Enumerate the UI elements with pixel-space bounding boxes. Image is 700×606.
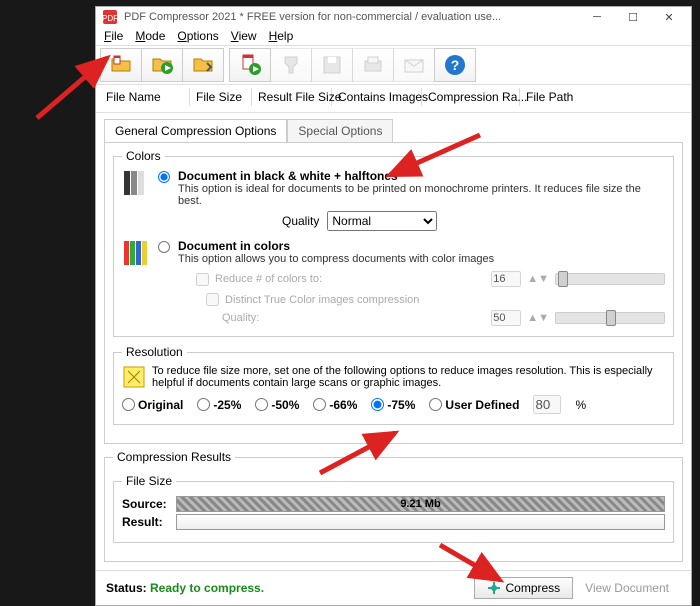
toolbar: ? bbox=[96, 45, 691, 85]
source-value: 9.21 Mb bbox=[400, 498, 440, 510]
app-icon: PDF bbox=[102, 9, 118, 25]
titlebar: PDF PDF Compressor 2021 * FREE version f… bbox=[96, 7, 691, 27]
res-75[interactable] bbox=[371, 398, 384, 411]
maximize-button[interactable]: ☐ bbox=[615, 7, 651, 27]
resolution-legend: Resolution bbox=[122, 345, 187, 359]
bw-quality-select[interactable]: Normal bbox=[327, 211, 437, 231]
reduce-colors-row: Reduce # of colors to: ▲▼ bbox=[196, 271, 665, 287]
options-panel: General Compression Options Special Opti… bbox=[96, 113, 691, 450]
col-filesize[interactable]: File Size bbox=[190, 88, 252, 106]
resolution-radios: Original -25% -50% -66% -75% User Define… bbox=[122, 395, 665, 414]
reduce-value bbox=[491, 271, 521, 287]
menubar: File Mode Options View Help bbox=[96, 27, 691, 45]
status-label: Status: bbox=[106, 581, 147, 595]
col-filename[interactable]: File Name bbox=[100, 88, 190, 106]
menu-file[interactable]: File bbox=[104, 29, 123, 43]
close-button[interactable]: ✕ bbox=[651, 7, 687, 27]
results-group: Compression Results File Size Source: 9.… bbox=[104, 450, 683, 562]
menu-view[interactable]: View bbox=[231, 29, 257, 43]
file-list-header: File Name File Size Result File Size Con… bbox=[96, 85, 691, 113]
radio-bw[interactable] bbox=[158, 171, 170, 183]
distinct-row: Distinct True Color images compression bbox=[206, 293, 665, 306]
window-title: PDF Compressor 2021 * FREE version for n… bbox=[124, 11, 579, 23]
spinner-icon-2: ▲▼ bbox=[527, 312, 549, 324]
tab-general[interactable]: General Compression Options bbox=[104, 119, 287, 142]
reduce-colors-check bbox=[196, 273, 209, 286]
option-bw[interactable]: Document in black & white + halftones Th… bbox=[122, 169, 665, 207]
view-document-button[interactable]: View Document bbox=[573, 578, 681, 598]
filesize-group: File Size Source: 9.21 Mb Result: bbox=[113, 474, 674, 543]
tabs: General Compression Options Special Opti… bbox=[104, 119, 683, 142]
color-quality-label: Quality: bbox=[222, 312, 259, 324]
quality-slider bbox=[555, 312, 665, 324]
col-ratio[interactable]: Compression Ra... bbox=[422, 88, 520, 106]
bw-desc: This option is ideal for documents to be… bbox=[178, 183, 665, 207]
res-user-value bbox=[533, 395, 561, 414]
bw-icon bbox=[122, 169, 150, 197]
menu-help[interactable]: Help bbox=[269, 29, 294, 43]
res-50[interactable] bbox=[255, 398, 268, 411]
play-file-button[interactable] bbox=[229, 48, 271, 82]
resolution-icon bbox=[122, 365, 146, 389]
result-bar bbox=[176, 514, 665, 530]
source-bar: 9.21 Mb bbox=[176, 496, 665, 512]
minimize-button[interactable]: ─ bbox=[579, 7, 615, 27]
col-filepath[interactable]: File Path bbox=[520, 88, 687, 106]
color-quality-value bbox=[491, 310, 521, 326]
help-button[interactable]: ? bbox=[434, 48, 476, 82]
reduce-label: Reduce # of colors to: bbox=[215, 273, 322, 285]
color-quality-row: Quality: ▲▼ bbox=[222, 310, 665, 326]
svg-text:?: ? bbox=[451, 57, 460, 73]
colors-legend: Colors bbox=[122, 149, 165, 163]
distinct-check bbox=[206, 293, 219, 306]
res-original[interactable] bbox=[122, 398, 135, 411]
menu-mode[interactable]: Mode bbox=[135, 29, 165, 43]
tab-special[interactable]: Special Options bbox=[287, 119, 393, 142]
res-user-suffix: % bbox=[575, 398, 586, 412]
svg-text:PDF: PDF bbox=[102, 14, 118, 23]
save-button[interactable] bbox=[311, 48, 353, 82]
res-user[interactable] bbox=[429, 398, 442, 411]
distinct-label: Distinct True Color images compression bbox=[225, 294, 419, 306]
col-contains[interactable]: Contains Images bbox=[332, 88, 422, 106]
color-desc: This option allows you to compress docum… bbox=[178, 253, 665, 265]
mail-button[interactable] bbox=[393, 48, 435, 82]
filesize-legend: File Size bbox=[122, 474, 176, 488]
open-play-button[interactable] bbox=[141, 48, 183, 82]
res-25[interactable] bbox=[197, 398, 210, 411]
results-legend: Compression Results bbox=[113, 450, 235, 464]
status-value: Ready to compress. bbox=[150, 581, 264, 595]
option-color[interactable]: Document in colors This option allows yo… bbox=[122, 239, 665, 267]
result-label: Result: bbox=[122, 515, 170, 529]
res-66[interactable] bbox=[313, 398, 326, 411]
reduce-slider bbox=[555, 273, 665, 285]
compress-icon bbox=[487, 581, 501, 595]
menu-options[interactable]: Options bbox=[177, 29, 218, 43]
open-folder-button[interactable] bbox=[182, 48, 224, 82]
radio-color[interactable] bbox=[158, 241, 170, 253]
resolution-group: Resolution To reduce file size more, set… bbox=[113, 345, 674, 425]
color-title: Document in colors bbox=[178, 239, 665, 253]
tool-button-7[interactable] bbox=[352, 48, 394, 82]
col-resultsize[interactable]: Result File Size bbox=[252, 88, 332, 106]
colors-group: Colors Document in black & white + halft… bbox=[113, 149, 674, 337]
statusbar: Status: Ready to compress. Compress View… bbox=[96, 570, 691, 605]
resolution-desc: To reduce file size more, set one of the… bbox=[152, 365, 665, 389]
bw-quality-label: Quality bbox=[282, 214, 319, 228]
color-icon bbox=[122, 239, 150, 267]
compress-button[interactable]: Compress bbox=[474, 577, 573, 599]
open-file-button[interactable] bbox=[100, 48, 142, 82]
tool-button-5[interactable] bbox=[270, 48, 312, 82]
app-window: PDF PDF Compressor 2021 * FREE version f… bbox=[95, 6, 692, 606]
spinner-icon: ▲▼ bbox=[527, 273, 549, 285]
source-label: Source: bbox=[122, 497, 170, 511]
bw-title: Document in black & white + halftones bbox=[178, 169, 665, 183]
